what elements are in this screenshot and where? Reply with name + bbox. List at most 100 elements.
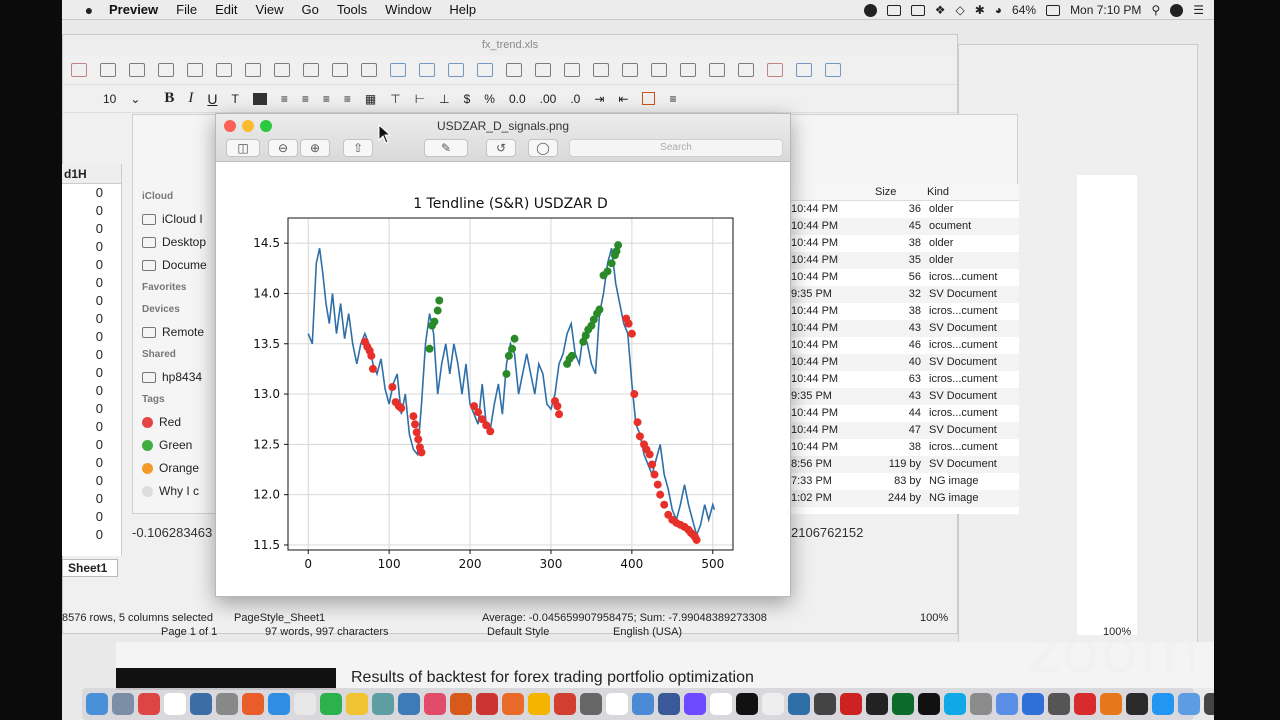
row-icon[interactable] (390, 62, 406, 77)
dock-app-icon[interactable] (918, 693, 940, 715)
sheet-cell[interactable]: 0 (62, 436, 121, 454)
bold-icon[interactable]: B (164, 90, 174, 107)
dock-app-icon[interactable] (944, 693, 966, 715)
file-row[interactable]: 9:35 PM 32 SV Document (789, 286, 1019, 303)
align-center-icon[interactable]: ≡ (302, 92, 309, 106)
menu-tools[interactable]: Tools (328, 2, 376, 17)
align-top-icon[interactable]: ⊤ (390, 92, 400, 106)
battery-percent[interactable]: 64% (1012, 3, 1036, 17)
menu-file[interactable]: File (167, 2, 206, 17)
undo-icon[interactable] (274, 62, 290, 77)
sidebar-item[interactable]: Green (142, 434, 217, 457)
font-color-icon[interactable]: T (232, 92, 239, 106)
sheet-cell[interactable]: 0 (62, 526, 121, 544)
rotate-icon[interactable]: ↺ (486, 139, 516, 157)
pivot-icon[interactable] (680, 62, 696, 77)
battery-icon[interactable] (1046, 4, 1061, 16)
increase-indent-icon[interactable]: ⇥ (594, 92, 604, 106)
dock-app-icon[interactable] (840, 693, 862, 715)
dock-app-icon[interactable] (398, 693, 420, 715)
sheet-cell[interactable]: 0 (62, 184, 121, 202)
file-row[interactable]: 7:33 PM 83 by NG image (789, 473, 1019, 490)
dock-app-icon[interactable] (476, 693, 498, 715)
cut-icon[interactable] (158, 62, 174, 77)
menu-help[interactable]: Help (440, 2, 485, 17)
facetime-icon[interactable] (886, 4, 901, 16)
dock-app-icon[interactable] (996, 693, 1018, 715)
dock-app-icon[interactable] (1178, 693, 1200, 715)
file-row[interactable]: 10:44 PM 56 icros...cument (789, 269, 1019, 286)
dock-app-icon[interactable] (1126, 693, 1148, 715)
notification-center-icon[interactable]: ☰ (1193, 3, 1204, 17)
dock-app-icon[interactable] (1022, 693, 1044, 715)
sheet-cell[interactable]: 0 (62, 382, 121, 400)
sheet-cell[interactable]: 0 (62, 202, 121, 220)
dock-app-icon[interactable] (294, 693, 316, 715)
dock-app-icon[interactable] (112, 693, 134, 715)
sheet-cell[interactable]: 0 (62, 292, 121, 310)
dock-app-icon[interactable] (164, 693, 186, 715)
align-bottom-icon[interactable]: ⊥ (439, 92, 449, 106)
highlight-icon[interactable] (252, 92, 267, 105)
clock[interactable]: Mon 7:10 PM (1070, 3, 1141, 17)
writer-page[interactable] (1077, 175, 1137, 635)
kind-column-header[interactable]: Kind (927, 184, 949, 201)
sidebar-item[interactable]: Orange (142, 457, 217, 480)
export-pdf-icon[interactable] (71, 62, 87, 77)
dock-app-icon[interactable] (86, 693, 108, 715)
file-row[interactable]: 10:44 PM 35 older (789, 252, 1019, 269)
dock-app-icon[interactable] (372, 693, 394, 715)
sidebar-item[interactable]: Red (142, 411, 217, 434)
insert-table-icon[interactable] (448, 62, 464, 77)
dock-app-icon[interactable] (710, 693, 732, 715)
file-row[interactable]: 10:44 PM 63 icros...cument (789, 371, 1019, 388)
special-char-icon[interactable] (709, 62, 725, 77)
sheet-cell[interactable]: 0 (62, 472, 121, 490)
chart-icon[interactable] (651, 62, 667, 77)
dock-app-icon[interactable] (892, 693, 914, 715)
dock-app-icon[interactable] (1204, 693, 1214, 715)
sheet-cell[interactable]: 0 (62, 490, 121, 508)
sort-asc-icon[interactable] (535, 62, 551, 77)
menu-app-name[interactable]: Preview (100, 2, 167, 17)
sidebar-item[interactable]: Docume (142, 254, 217, 277)
freeze-icon[interactable] (477, 62, 493, 77)
search-field[interactable]: Search (569, 139, 783, 157)
dock-app-icon[interactable] (216, 693, 238, 715)
dock-app-icon[interactable] (684, 693, 706, 715)
dock-app-icon[interactable] (1100, 693, 1122, 715)
annotate-icon[interactable]: ◯ (528, 139, 558, 157)
zoom-out-icon[interactable]: ⊖ (268, 139, 298, 157)
sheet-cell[interactable]: 0 (62, 346, 121, 364)
align-right-icon[interactable]: ≡ (323, 92, 330, 106)
clone-format-icon[interactable] (245, 62, 261, 77)
sidebar-item[interactable]: hp8434 (142, 366, 217, 389)
dock-app-icon[interactable] (1074, 693, 1096, 715)
sort-desc-icon[interactable] (564, 62, 580, 77)
dock-app-icon[interactable] (970, 693, 992, 715)
sheet-tab[interactable]: Sheet1 (62, 559, 118, 577)
dock-app-icon[interactable] (632, 693, 654, 715)
cell-negative-value[interactable]: -0.106283463 (132, 525, 212, 540)
display-icon[interactable] (910, 4, 925, 16)
print-icon[interactable] (100, 62, 116, 77)
sheet-cell[interactable]: 0 (62, 310, 121, 328)
menu-edit[interactable]: Edit (206, 2, 246, 17)
dock-app-icon[interactable] (736, 693, 758, 715)
paste-icon[interactable] (216, 62, 232, 77)
cell-right-value[interactable]: 2106762152 (791, 525, 863, 540)
apple-menu-icon[interactable]: ● (78, 2, 100, 18)
dock-app-icon[interactable] (866, 693, 888, 715)
decrease-indent-icon[interactable]: ⇤ (618, 92, 628, 106)
delete-decimal-icon[interactable]: .0 (570, 92, 580, 106)
dock-app-icon[interactable] (450, 693, 472, 715)
autofilter-icon[interactable] (593, 62, 609, 77)
share-icon[interactable]: ⇧ (343, 139, 373, 157)
sidebar-toggle-icon[interactable]: ◫ (226, 139, 260, 157)
dock-app-icon[interactable] (190, 693, 212, 715)
sort-icon[interactable] (506, 62, 522, 77)
add-decimal-icon[interactable]: .00 (540, 92, 557, 106)
percent-icon[interactable]: % (484, 92, 495, 106)
dock-app-icon[interactable] (606, 693, 628, 715)
dock-app-icon[interactable] (268, 693, 290, 715)
